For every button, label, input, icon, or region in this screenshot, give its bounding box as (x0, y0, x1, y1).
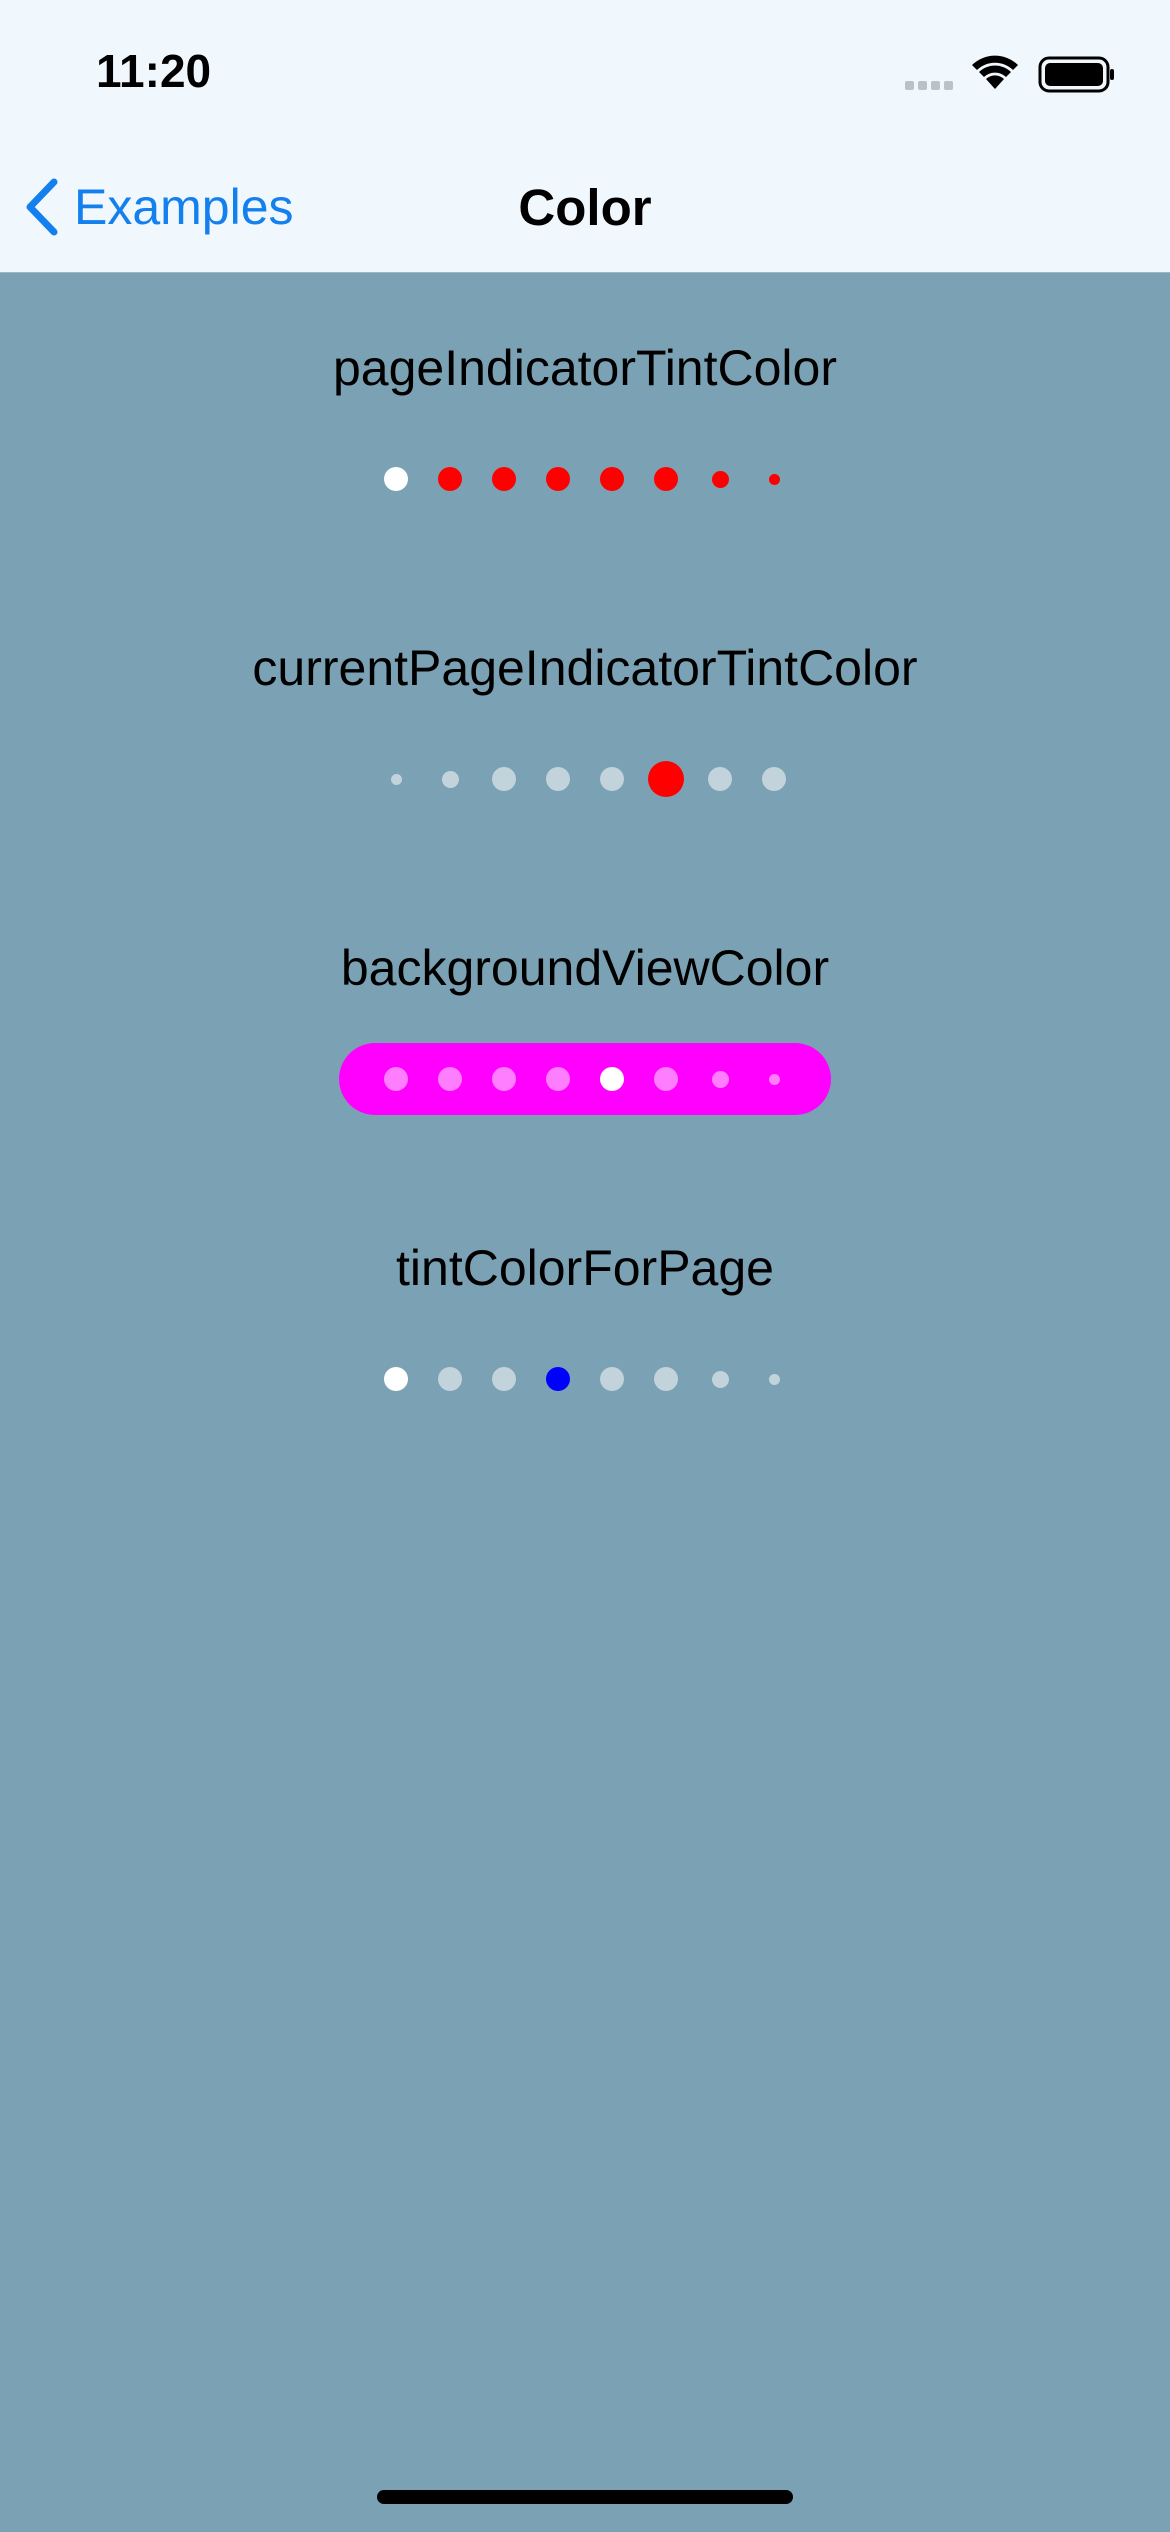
page-dot[interactable] (492, 767, 516, 791)
page-dot[interactable] (390, 773, 402, 785)
status-bar: 11:20 (0, 0, 1170, 140)
page-control[interactable] (339, 743, 831, 815)
page-dot[interactable] (492, 1367, 516, 1391)
page-dot[interactable] (654, 1367, 678, 1391)
page-dot[interactable] (600, 1367, 624, 1391)
wifi-icon (972, 55, 1018, 89)
page-dot[interactable] (438, 1367, 462, 1391)
page-dot[interactable] (438, 1067, 462, 1091)
page-dot[interactable] (711, 470, 729, 488)
page-dot[interactable] (492, 467, 516, 491)
section-label: pageIndicatorTintColor (333, 340, 837, 396)
page-dot[interactable] (546, 467, 570, 491)
page-dot[interactable] (600, 467, 624, 491)
page-control[interactable] (339, 1343, 831, 1415)
cellular-signal-icon (905, 81, 953, 90)
section-label: currentPageIndicatorTintColor (252, 640, 918, 696)
page-dot[interactable] (768, 1073, 780, 1085)
page-dot[interactable] (438, 467, 462, 491)
page-dot[interactable] (546, 767, 570, 791)
page-dot[interactable] (600, 767, 624, 791)
section-label: backgroundViewColor (340, 940, 830, 996)
current-page-dot[interactable] (600, 1067, 624, 1091)
page-title: Color (518, 179, 652, 236)
current-page-dot[interactable] (648, 761, 684, 797)
page-dot[interactable] (711, 1070, 729, 1088)
page-dot[interactable] (654, 467, 678, 491)
page-dot[interactable] (768, 473, 780, 485)
current-page-dot[interactable] (384, 467, 408, 491)
page-dot[interactable] (762, 767, 786, 791)
section-label: tintColorForPage (396, 1240, 774, 1296)
page-dot[interactable] (546, 1367, 570, 1391)
page-dot[interactable] (768, 1373, 780, 1385)
page-dot[interactable] (708, 767, 732, 791)
page-dot[interactable] (711, 1370, 729, 1388)
status-icons (905, 55, 1115, 95)
page-dot[interactable] (492, 1067, 516, 1091)
status-time: 11:20 (96, 45, 212, 97)
battery-icon (1038, 56, 1114, 93)
current-page-dot[interactable] (384, 1367, 408, 1391)
page-control[interactable] (339, 443, 831, 515)
page-dot[interactable] (441, 770, 459, 788)
navigation-bar: Examples Color (0, 140, 1170, 273)
page-dot[interactable] (654, 1067, 678, 1091)
page-dot[interactable] (384, 1067, 408, 1091)
page-dot[interactable] (546, 1067, 570, 1091)
page-control[interactable] (339, 1043, 831, 1115)
home-indicator[interactable] (377, 2490, 793, 2504)
